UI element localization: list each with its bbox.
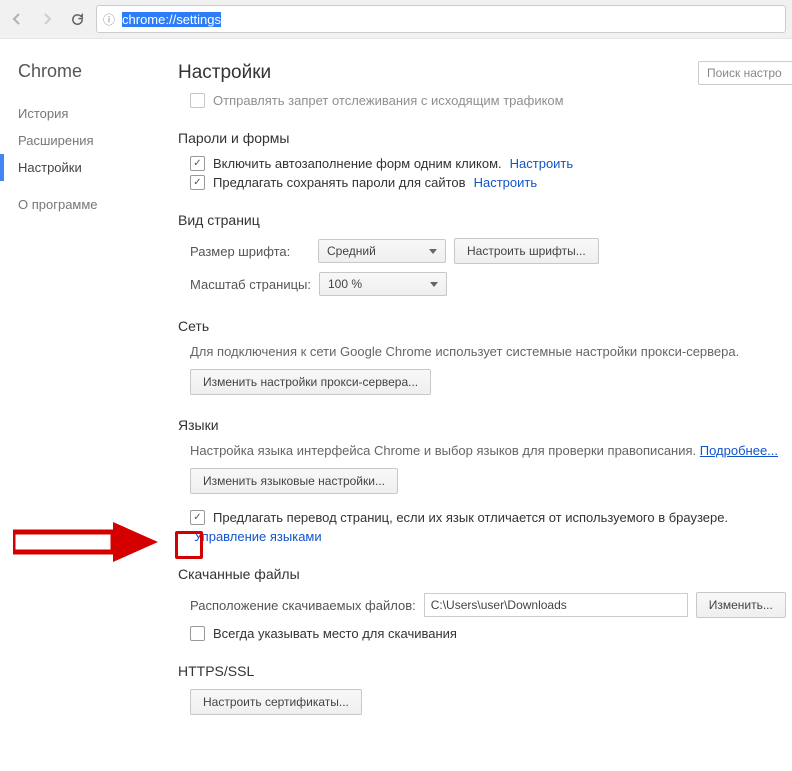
customize-fonts-button[interactable]: Настроить шрифты... [454, 238, 599, 264]
address-bar[interactable]: ⓘ [96, 5, 786, 33]
forward-icon[interactable] [36, 8, 58, 30]
ask-location-checkbox[interactable] [190, 626, 205, 641]
languages-desc: Настройка языка интерфейса Chrome и выбо… [190, 443, 792, 458]
chevron-down-icon [429, 249, 437, 254]
back-icon[interactable] [6, 8, 28, 30]
translate-label: Предлагать перевод страниц, если их язык… [213, 510, 728, 525]
network-desc: Для подключения к сети Google Chrome исп… [190, 344, 792, 359]
autofill-checkbox[interactable] [190, 156, 205, 171]
translate-checkbox[interactable] [190, 510, 205, 525]
section-passwords: Пароли и формы [178, 130, 792, 146]
sidebar: Chrome История Расширения Настройки О пр… [0, 39, 168, 771]
sidebar-item-history[interactable]: История [18, 100, 168, 127]
section-network: Сеть [178, 318, 792, 334]
font-size-label: Размер шрифта: [190, 244, 310, 259]
info-icon: ⓘ [103, 11, 115, 28]
url-input[interactable] [120, 11, 779, 28]
section-languages: Языки [178, 417, 792, 433]
download-path-input[interactable] [424, 593, 688, 617]
zoom-label: Масштаб страницы: [190, 277, 311, 292]
content-pane: Настройки Поиск настро Отправлять запрет… [168, 39, 792, 771]
certificates-button[interactable]: Настроить сертификаты... [190, 689, 362, 715]
section-ssl: HTTPS/SSL [178, 663, 792, 679]
savepw-checkbox[interactable] [190, 175, 205, 190]
manage-languages-link[interactable]: Управление языками [194, 529, 322, 544]
proxy-settings-button[interactable]: Изменить настройки прокси-сервера... [190, 369, 431, 395]
section-appearance: Вид страниц [178, 212, 792, 228]
sidebar-item-about[interactable]: О программе [18, 191, 168, 218]
autofill-configure-link[interactable]: Настроить [510, 156, 574, 171]
tracking-label: Отправлять запрет отслеживания с исходящ… [213, 93, 564, 108]
language-settings-button[interactable]: Изменить языковые настройки... [190, 468, 398, 494]
tracking-checkbox[interactable] [190, 93, 205, 108]
change-download-button[interactable]: Изменить... [696, 592, 786, 618]
reload-icon[interactable] [66, 8, 88, 30]
zoom-select[interactable]: 100 % [319, 272, 447, 296]
languages-more-link[interactable]: Подробнее... [700, 443, 778, 458]
ask-location-label: Всегда указывать место для скачивания [213, 626, 457, 641]
download-path-label: Расположение скачиваемых файлов: [190, 598, 416, 613]
settings-search-input[interactable]: Поиск настро [698, 61, 792, 85]
font-size-select[interactable]: Средний [318, 239, 446, 263]
sidebar-item-extensions[interactable]: Расширения [18, 127, 168, 154]
autofill-label: Включить автозаполнение форм одним клико… [213, 156, 502, 171]
savepw-configure-link[interactable]: Настроить [474, 175, 538, 190]
page-title: Настройки [178, 62, 271, 84]
section-downloads: Скачанные файлы [178, 566, 792, 582]
sidebar-title: Chrome [18, 61, 168, 82]
browser-toolbar: ⓘ [0, 0, 792, 39]
chevron-down-icon [430, 282, 438, 287]
savepw-label: Предлагать сохранять пароли для сайтов [213, 175, 466, 190]
sidebar-item-settings[interactable]: Настройки [18, 154, 168, 181]
